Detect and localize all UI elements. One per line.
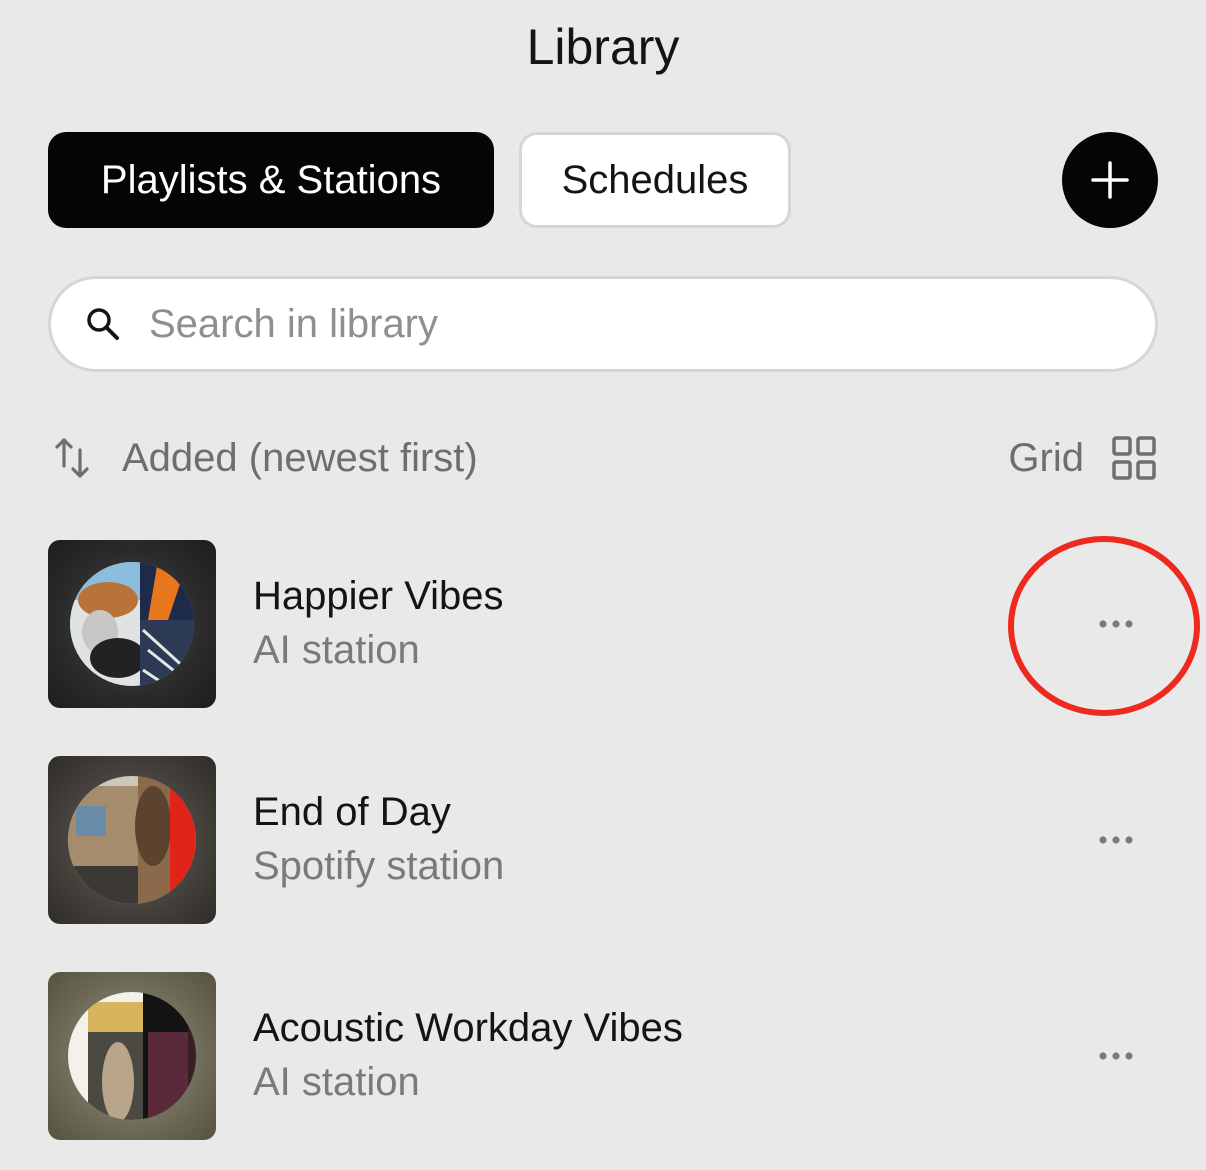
station-artwork xyxy=(48,540,216,708)
search-icon xyxy=(87,308,119,340)
item-subtitle: AI station xyxy=(253,1060,420,1104)
plus-icon xyxy=(1091,161,1129,199)
station-artwork xyxy=(48,756,216,924)
item-subtitle: Spotify station xyxy=(253,844,505,888)
view-toggle[interactable]: Grid xyxy=(1008,430,1156,486)
more-options-button[interactable] xyxy=(1094,818,1138,862)
list-item[interactable]: Acoustic Workday Vibes AI station xyxy=(48,972,1158,1140)
page-title: Library xyxy=(526,19,680,75)
tab-playlists-stations[interactable]: Playlists & Stations xyxy=(48,132,494,228)
sort-label: Added (newest first) xyxy=(122,435,478,480)
ellipsis-icon xyxy=(1099,836,1133,844)
highlight-circle-annotation xyxy=(1008,536,1200,716)
search-input[interactable] xyxy=(147,300,1051,348)
tab-label: Schedules xyxy=(561,157,749,202)
sort-arrows-icon xyxy=(55,438,89,478)
list-item[interactable]: End of Day Spotify station xyxy=(48,756,1158,924)
view-label: Grid xyxy=(1008,435,1084,480)
add-button[interactable] xyxy=(1062,132,1158,228)
sort-control[interactable]: Added (newest first) xyxy=(52,430,478,486)
station-artwork xyxy=(48,972,216,1140)
search-bar[interactable] xyxy=(48,276,1158,372)
tab-schedules[interactable]: Schedules xyxy=(519,132,791,228)
more-options-button[interactable] xyxy=(1094,1034,1138,1078)
grid-icon xyxy=(1112,436,1156,480)
list-item[interactable]: Happier Vibes AI station xyxy=(48,540,1158,708)
ellipsis-icon xyxy=(1099,1052,1133,1060)
item-title: Acoustic Workday Vibes xyxy=(253,1006,683,1050)
tab-label: Playlists & Stations xyxy=(100,157,442,202)
item-title: Happier Vibes xyxy=(253,574,504,618)
item-subtitle: AI station xyxy=(253,628,420,672)
item-title: End of Day xyxy=(253,790,451,834)
